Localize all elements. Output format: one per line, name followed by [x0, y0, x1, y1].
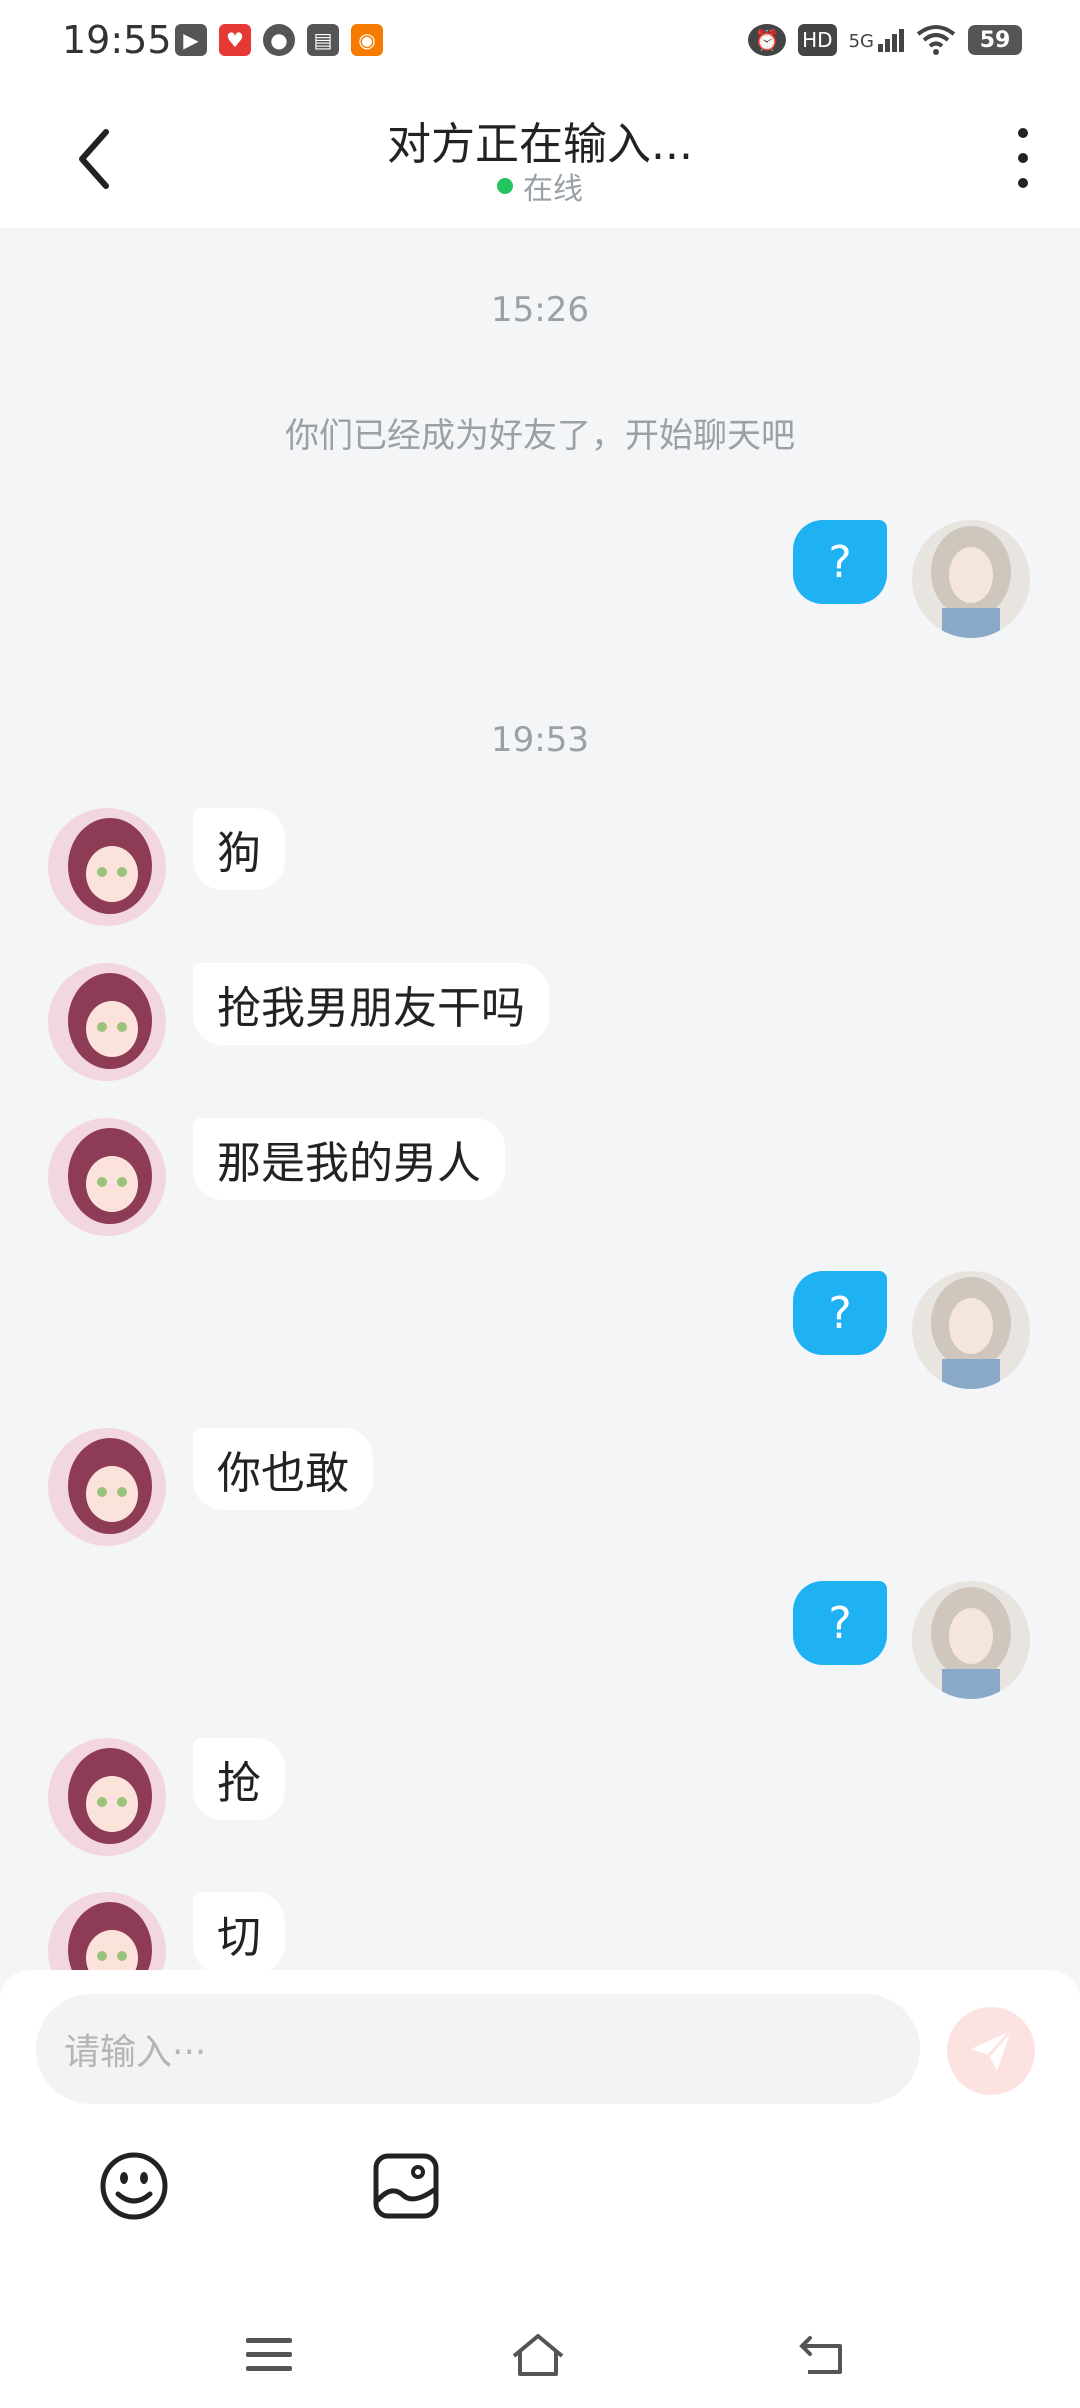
more-vertical-icon[interactable] [1008, 128, 1038, 188]
message-bubble-incoming[interactable]: 抢我男朋友干吗 [193, 963, 549, 1045]
self-avatar[interactable] [912, 1271, 1030, 1389]
send-button[interactable] [947, 2007, 1035, 2095]
contact-avatar[interactable] [48, 1118, 166, 1236]
smiley-icon[interactable] [98, 2150, 170, 2222]
menu-icon[interactable] [242, 2330, 298, 2380]
chat-app-icon: ● [263, 24, 295, 56]
self-avatar[interactable] [912, 520, 1030, 638]
chat-header: 对方正在输入... 在线 [0, 84, 1080, 228]
kuaishou-app-icon: ◉ [351, 24, 383, 56]
contact-avatar[interactable] [48, 808, 166, 926]
paper-plane-icon [971, 2029, 1013, 2071]
notification-icons: ▶ ♥ ● ▤ ◉ [175, 24, 383, 56]
online-status: 在线 [0, 164, 1080, 208]
book-app-icon: ▤ [307, 24, 339, 56]
status-time: 19:55 [62, 18, 172, 62]
home-icon[interactable] [510, 2330, 566, 2380]
system-message: 你们已经成为好友了，开始聊天吧 [285, 416, 795, 456]
message-input[interactable]: 请输入··· [36, 1994, 920, 2104]
wifi-icon [916, 25, 956, 55]
play-app-icon: ▶ [175, 24, 207, 56]
self-avatar[interactable] [912, 1581, 1030, 1699]
chat-title: 对方正在输入... [387, 119, 693, 170]
message-bubble-incoming[interactable]: 你也敢 [193, 1428, 373, 1510]
message-bubble-outgoing[interactable]: ? [793, 1581, 887, 1665]
image-icon[interactable] [370, 2150, 442, 2222]
status-indicators: ⏰ HD 5G 59 [748, 24, 1022, 56]
message-bubble-incoming[interactable]: 那是我的男人 [193, 1118, 505, 1200]
chat-messages[interactable]: 15:26 你们已经成为好友了，开始聊天吧 ? 19:53 狗 抢我男朋友干吗 … [0, 228, 1080, 1970]
back-nav-icon[interactable] [796, 2330, 852, 2380]
online-dot [497, 178, 513, 194]
alarm-icon: ⏰ [748, 24, 787, 56]
battery-indicator: 59 [968, 25, 1022, 55]
message-bubble-incoming[interactable]: 切 [193, 1892, 285, 1970]
timestamp: 15:26 [491, 290, 589, 330]
message-bubble-outgoing[interactable]: ? [793, 520, 887, 604]
contact-avatar[interactable] [48, 1428, 166, 1546]
signal-icon: 5G [848, 28, 904, 52]
system-nav-bar [0, 2310, 1080, 2400]
composer: 请输入··· [0, 1970, 1080, 2408]
message-bubble-incoming[interactable]: 狗 [193, 808, 285, 890]
network-label: 5G [848, 30, 874, 52]
heart-app-icon: ♥ [219, 24, 251, 56]
contact-avatar[interactable] [48, 1892, 166, 1970]
contact-avatar[interactable] [48, 1738, 166, 1856]
online-label: 在线 [523, 172, 583, 207]
contact-avatar[interactable] [48, 963, 166, 1081]
message-bubble-incoming[interactable]: 抢 [193, 1738, 285, 1820]
timestamp: 19:53 [491, 720, 589, 760]
message-bubble-outgoing[interactable]: ? [793, 1271, 887, 1355]
status-bar: 19:55 ▶ ♥ ● ▤ ◉ ⏰ HD 5G 59 [0, 0, 1080, 84]
hd-indicator: HD [798, 24, 837, 56]
